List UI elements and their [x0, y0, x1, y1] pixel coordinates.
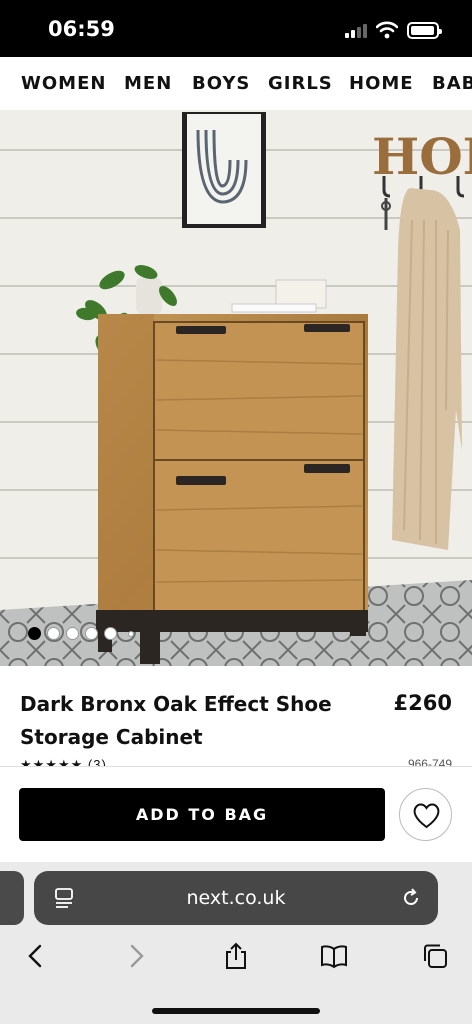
product-photo: HOM [0, 110, 472, 666]
battery-icon [407, 22, 442, 39]
nav-item-girls[interactable]: GIRLS [268, 73, 333, 94]
cellular-signal-icon [345, 24, 369, 38]
nav-item-women[interactable]: WOMEN [21, 73, 106, 94]
home-indicator [152, 1008, 320, 1014]
category-nav: WOMEN MEN BOYS GIRLS HOME BAB [0, 57, 472, 110]
carousel-dot[interactable] [85, 627, 98, 640]
status-time: 06:59 [48, 17, 115, 41]
share-icon[interactable] [222, 942, 250, 970]
previous-tab-preview[interactable] [0, 871, 24, 925]
bookmarks-icon[interactable] [320, 942, 348, 970]
product-title: Dark Bronx Oak Effect Shoe Storage Cabin… [20, 688, 350, 754]
url-text: next.co.uk [186, 887, 286, 909]
wifi-icon [376, 21, 398, 39]
product-price: £260 [393, 691, 452, 715]
nav-item-baby[interactable]: BAB [432, 73, 472, 94]
carousel-dot[interactable] [128, 631, 134, 637]
carousel-dot[interactable] [47, 627, 60, 640]
carousel-dot[interactable] [28, 627, 41, 640]
forward-icon[interactable] [122, 942, 150, 970]
nav-item-boys[interactable]: BOYS [192, 73, 250, 94]
back-icon[interactable] [22, 942, 50, 970]
add-to-bag-button[interactable]: ADD TO BAG [19, 788, 385, 841]
product-title-line: Dark Bronx Oak Effect Shoe [20, 692, 332, 716]
nav-item-men[interactable]: MEN [124, 73, 172, 94]
add-to-bag-bar: ADD TO BAG [0, 766, 472, 862]
favourite-button[interactable] [399, 788, 452, 841]
carousel-dot[interactable] [104, 627, 117, 640]
product-image-carousel[interactable]: HOM [0, 110, 472, 666]
tabs-icon[interactable] [421, 942, 449, 970]
reload-icon[interactable] [400, 887, 422, 909]
product-title-line: Storage Cabinet [20, 725, 203, 749]
heart-icon [413, 803, 440, 829]
carousel-dot[interactable] [66, 627, 79, 640]
nav-item-home[interactable]: HOME [349, 73, 414, 94]
browser-toolbar: next.co.uk [0, 862, 472, 1024]
address-bar[interactable]: next.co.uk [34, 871, 438, 925]
status-bar: 06:59 [0, 0, 472, 57]
